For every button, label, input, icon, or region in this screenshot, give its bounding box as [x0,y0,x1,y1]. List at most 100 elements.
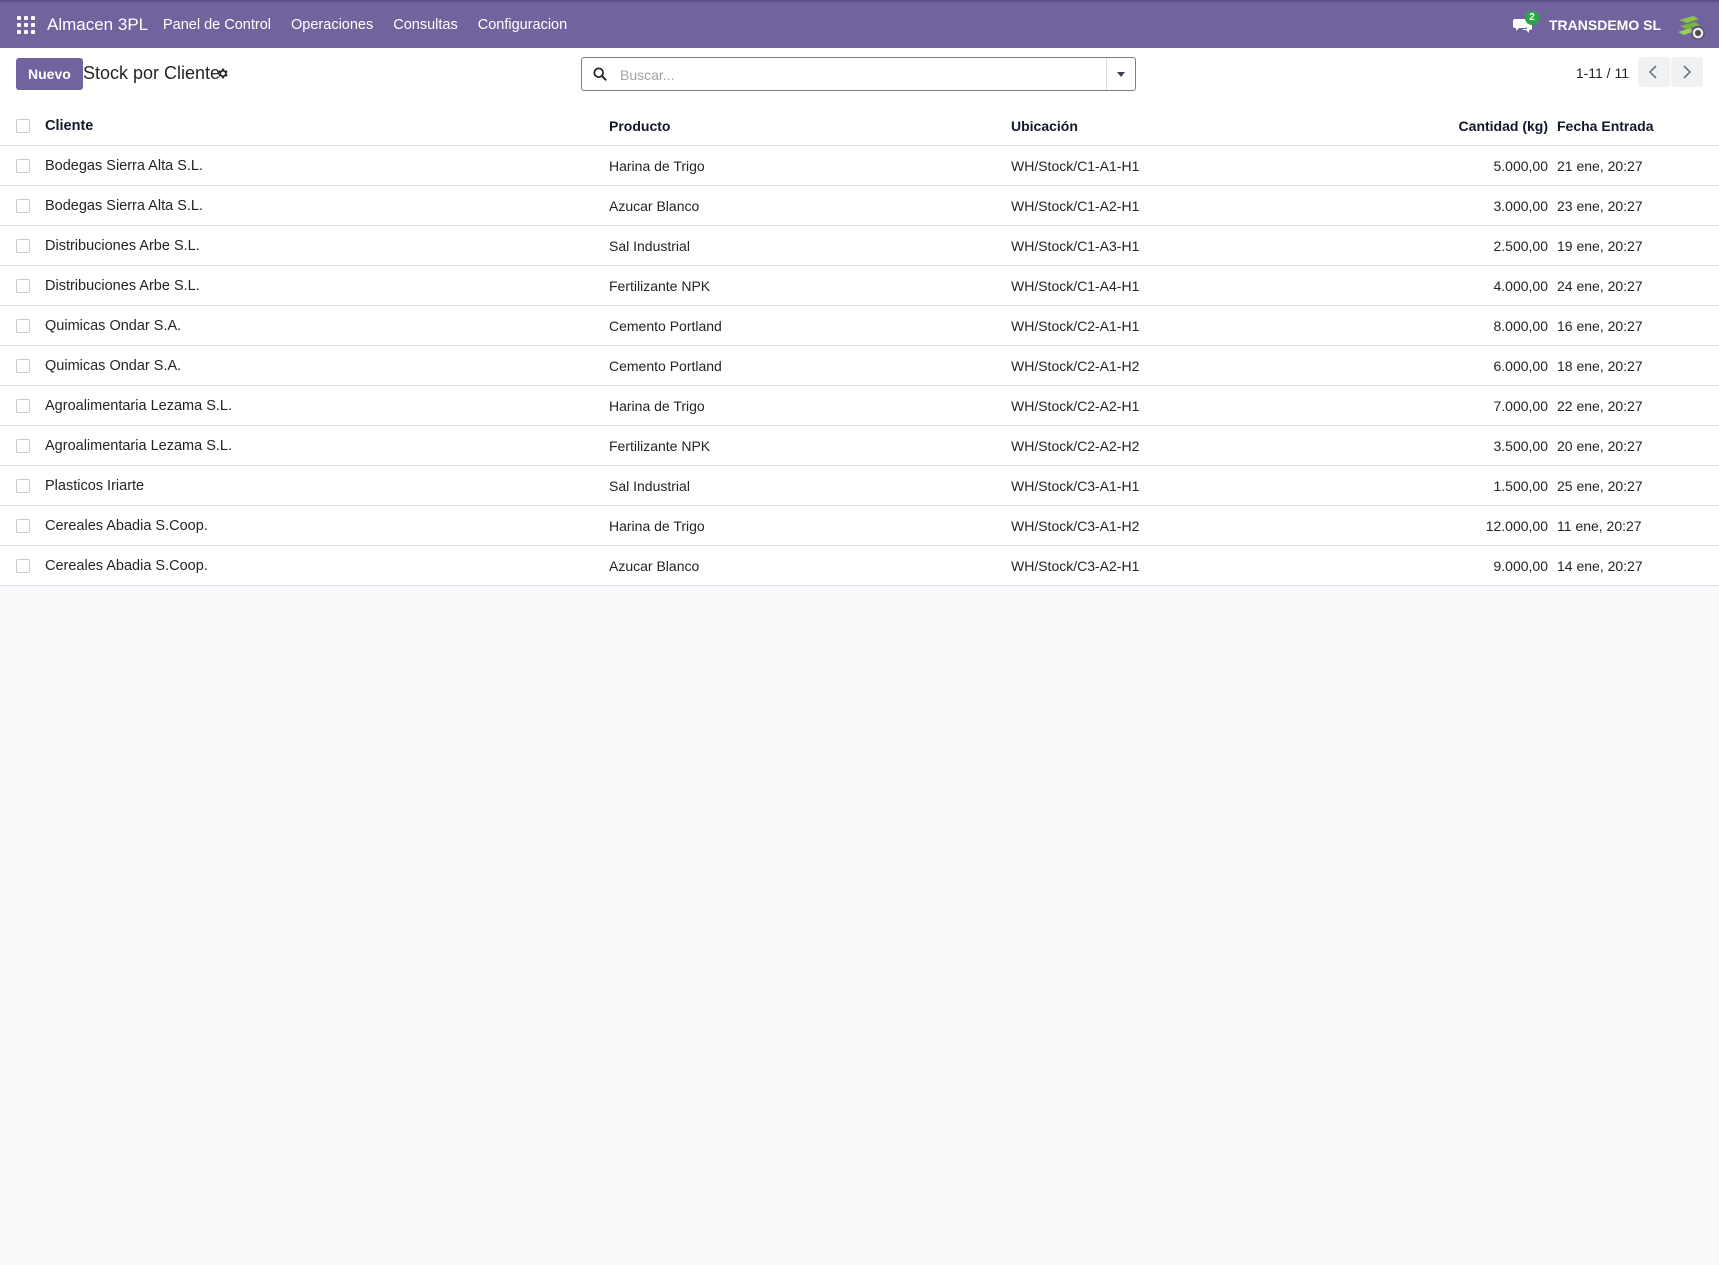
cell-cantidad: 8.000,00 [1493,318,1549,334]
column-header-producto[interactable]: Producto [609,107,999,147]
cell-ubicacion: WH/Stock/C3-A2-H1 [1011,558,1140,574]
cell-cliente: Cereales Abadia S.Coop. [45,518,208,534]
search-options-toggle[interactable] [1106,58,1135,90]
cell-producto: Harina de Trigo [609,398,705,414]
cell-producto: Azucar Blanco [609,558,700,574]
cell-cliente: Cereales Abadia S.Coop. [45,558,208,574]
cell-producto: Azucar Blanco [609,198,700,214]
cell-cliente: Quimicas Ondar S.A. [45,318,182,334]
cell-ubicacion: WH/Stock/C1-A3-H1 [1011,238,1140,254]
cell-ubicacion: WH/Stock/C2-A2-H2 [1011,438,1140,454]
row-checkbox[interactable] [16,346,30,386]
cell-ubicacion: WH/Stock/C1-A4-H1 [1011,278,1140,294]
new-button[interactable]: Nuevo [16,58,83,90]
column-header-ubicacion[interactable]: Ubicación [1011,107,1311,147]
cell-cliente: Agroalimentaria Lezama S.L. [45,438,232,454]
menu-item-consultas[interactable]: Consultas [383,2,467,48]
cell-cliente: Distribuciones Arbe S.L. [45,278,200,294]
cell-cantidad: 6.000,00 [1493,358,1549,374]
stock-list: Cliente Producto Ubicación Cantidad (kg)… [0,107,1719,586]
control-panel: Nuevo Stock por Cliente 1-11 / 11 [0,48,1719,108]
cell-cantidad: 9.000,00 [1493,558,1549,574]
search-bar [581,57,1136,91]
cell-ubicacion: WH/Stock/C3-A1-H2 [1011,518,1140,534]
cell-cantidad: 7.000,00 [1493,398,1549,414]
cell-fecha: 16 ene, 20:27 [1557,318,1643,334]
row-checkbox[interactable] [16,426,30,466]
table-row[interactable]: Cereales Abadia S.Coop. Harina de Trigo … [0,506,1719,546]
caret-down-icon [1117,72,1125,77]
column-header-cliente[interactable]: Cliente [45,107,605,147]
cell-cantidad: 2.500,00 [1493,238,1549,254]
cell-fecha: 22 ene, 20:27 [1557,398,1643,414]
pager-value[interactable]: 1-11 / 11 [1576,65,1629,81]
cell-fecha: 21 ene, 20:27 [1557,158,1643,174]
cell-cliente: Plasticos Iriarte [45,478,145,494]
menu-item-operaciones[interactable]: Operaciones [281,2,383,48]
page-title: Stock por Cliente [83,63,221,83]
cell-fecha: 18 ene, 20:27 [1557,358,1643,374]
user-avatar[interactable] [1675,10,1705,40]
cell-cliente: Quimicas Ondar S.A. [45,358,182,374]
table-row[interactable]: Bodegas Sierra Alta S.L. Azucar Blanco W… [0,186,1719,226]
table-row[interactable]: Distribuciones Arbe S.L. Fertilizante NP… [0,266,1719,306]
cell-fecha: 20 ene, 20:27 [1557,438,1643,454]
gear-icon[interactable] [216,67,229,80]
pager-previous-button[interactable] [1638,57,1670,87]
cell-cantidad: 12.000,00 [1485,518,1548,534]
cell-cantidad: 3.500,00 [1493,438,1549,454]
pager-next-button[interactable] [1671,57,1703,87]
messages-button[interactable]: 2 [1513,11,1539,36]
apps-menu-icon[interactable] [17,16,35,34]
table-row[interactable]: Cereales Abadia S.Coop. Azucar Blanco WH… [0,546,1719,586]
navbar-right: 2 TRANSDEMO SL [1513,2,1719,48]
top-navbar: Almacen 3PL Panel de Control Operaciones… [0,0,1719,48]
company-switcher[interactable]: TRANSDEMO SL [1549,17,1661,33]
app-brand[interactable]: Almacen 3PL [47,15,148,35]
row-checkbox[interactable] [16,546,30,586]
cell-producto: Sal Industrial [609,238,690,254]
cell-ubicacion: WH/Stock/C2-A1-H1 [1011,318,1140,334]
chevron-left-icon [1648,65,1657,79]
menu-item-panel-de-control[interactable]: Panel de Control [153,2,281,48]
cell-ubicacion: WH/Stock/C2-A2-H1 [1011,398,1140,414]
table-row[interactable]: Quimicas Ondar S.A. Cemento Portland WH/… [0,306,1719,346]
chevron-right-icon [1683,65,1692,79]
cell-ubicacion: WH/Stock/C1-A2-H1 [1011,198,1140,214]
row-checkbox[interactable] [16,266,30,306]
cell-producto: Sal Industrial [609,478,690,494]
row-checkbox[interactable] [16,506,30,546]
cell-producto: Harina de Trigo [609,518,705,534]
table-row[interactable]: Agroalimentaria Lezama S.L. Fertilizante… [0,426,1719,466]
menu-item-configuracion[interactable]: Configuracion [468,2,577,48]
cell-fecha: 24 ene, 20:27 [1557,278,1643,294]
row-checkbox[interactable] [16,146,30,186]
cell-fecha: 14 ene, 20:27 [1557,558,1643,574]
cell-cliente: Distribuciones Arbe S.L. [45,238,200,254]
cell-cliente: Bodegas Sierra Alta S.L. [45,198,203,214]
cell-ubicacion: WH/Stock/C2-A1-H2 [1011,358,1140,374]
row-checkbox[interactable] [16,226,30,266]
select-all-checkbox[interactable] [16,107,30,147]
table-row[interactable]: Bodegas Sierra Alta S.L. Harina de Trigo… [0,146,1719,186]
cell-cantidad: 5.000,00 [1493,158,1549,174]
search-input[interactable] [618,62,1082,88]
table-row[interactable]: Agroalimentaria Lezama S.L. Harina de Tr… [0,386,1719,426]
cell-ubicacion: WH/Stock/C3-A1-H1 [1011,478,1140,494]
cell-producto: Fertilizante NPK [609,278,711,294]
row-checkbox[interactable] [16,186,30,226]
row-checkbox[interactable] [16,466,30,506]
main-menu: Panel de Control Operaciones Consultas C… [153,2,577,48]
cell-ubicacion: WH/Stock/C1-A1-H1 [1011,158,1140,174]
row-checkbox[interactable] [16,306,30,346]
table-row[interactable]: Distribuciones Arbe S.L. Sal Industrial … [0,226,1719,266]
user-avatar-icon [1678,16,1705,40]
column-header-cantidad[interactable]: Cantidad (kg) [1360,107,1548,147]
column-header-fecha[interactable]: Fecha Entrada [1557,107,1697,147]
table-row[interactable]: Quimicas Ondar S.A. Cemento Portland WH/… [0,346,1719,386]
cell-cantidad: 3.000,00 [1493,198,1549,214]
cell-producto: Harina de Trigo [609,158,705,174]
row-checkbox[interactable] [16,386,30,426]
cell-producto: Cemento Portland [609,318,722,334]
table-row[interactable]: Plasticos Iriarte Sal Industrial WH/Stoc… [0,466,1719,506]
